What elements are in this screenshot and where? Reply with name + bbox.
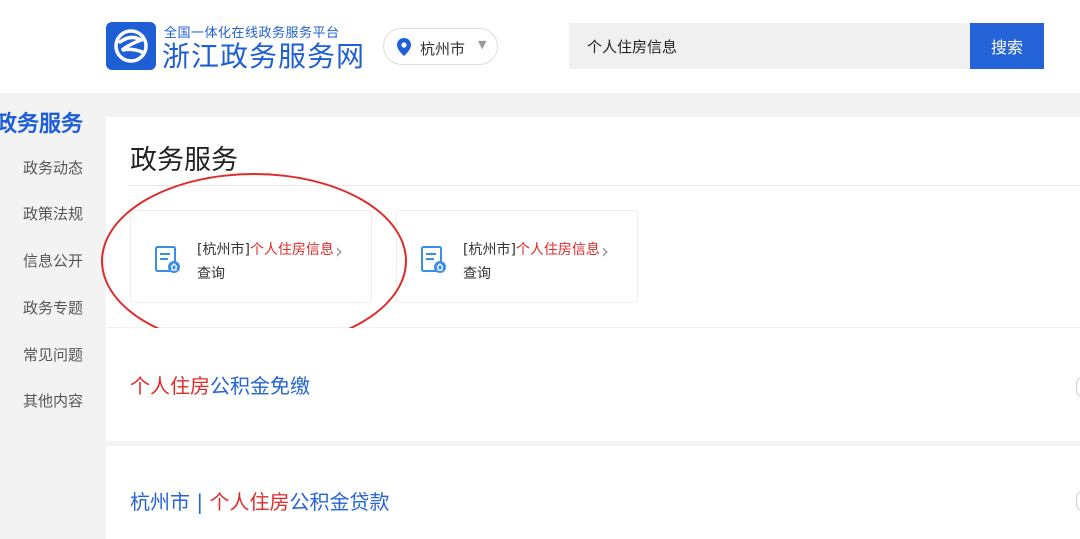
divider: [128, 185, 1080, 186]
result-item[interactable]: 个人住房公积金免缴: [106, 328, 1080, 441]
sidebar-title[interactable]: 政务服务: [0, 106, 83, 138]
sidebar: 政务服务 政务动态 政策法规 信息公开 政务专题 常见问题 其他内容: [0, 93, 106, 539]
city-label: 杭州市: [420, 40, 466, 58]
result-title[interactable]: 杭州市 | 个人住房公积金贷款: [130, 486, 389, 515]
service-label: [杭州市]个人住房信息查询: [197, 242, 334, 282]
chevron-right-icon: ›: [335, 239, 343, 263]
result-title[interactable]: 个人住房公积金免缴: [130, 370, 310, 399]
sidebar-item-news[interactable]: 政务动态: [23, 157, 83, 178]
expand-button[interactable]: [1076, 490, 1080, 512]
document-icon: [421, 246, 447, 278]
caret-down-icon: ▼: [478, 38, 487, 51]
site-name[interactable]: 浙江政务服务网: [162, 35, 365, 75]
service-card[interactable]: [杭州市]个人住房信息查询 ›: [130, 210, 372, 303]
document-icon: [155, 246, 181, 278]
sidebar-item-topics[interactable]: 政务专题: [23, 297, 83, 318]
sidebar-item-other[interactable]: 其他内容: [23, 390, 83, 411]
city-selector[interactable]: 杭州市 ▼: [383, 28, 498, 65]
sidebar-item-faq[interactable]: 常见问题: [23, 344, 83, 365]
service-card[interactable]: [杭州市]个人住房信息查询 ›: [396, 210, 638, 303]
expand-button[interactable]: [1076, 376, 1080, 398]
site-header: 全国一体化在线政务服务平台 浙江政务服务网 杭州市 ▼ 搜索: [0, 0, 1080, 93]
chevron-right-icon: ›: [601, 239, 609, 263]
service-label: [杭州市]个人住房信息查询: [463, 242, 600, 282]
search-button[interactable]: 搜索: [970, 23, 1044, 69]
sidebar-item-disclosure[interactable]: 信息公开: [23, 250, 83, 271]
location-pin-icon: [397, 38, 411, 60]
sidebar-item-policy[interactable]: 政策法规: [23, 203, 83, 224]
section-title: 政务服务: [130, 145, 238, 176]
site-logo-icon[interactable]: [106, 22, 156, 70]
services-section: 政务服务 [杭州市]个人住房信息查询 › [杭州市]个人住房信息查询 ›: [106, 117, 1080, 327]
result-item[interactable]: 杭州市 | 个人住房公积金贷款: [106, 446, 1080, 539]
search-input[interactable]: [569, 23, 971, 69]
